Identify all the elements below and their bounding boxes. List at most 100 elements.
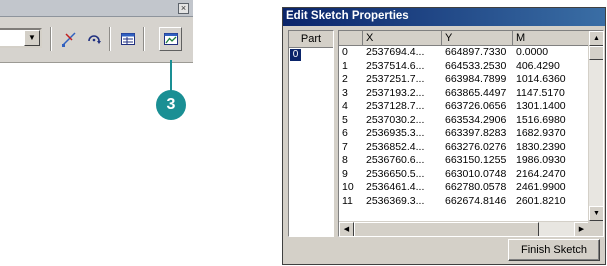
- vertex-index-cell: 5: [342, 113, 348, 126]
- scroll-right-icon[interactable]: ▶: [574, 222, 589, 236]
- y-cell: 663534.2906: [445, 113, 507, 126]
- toolbar-separator: [109, 27, 111, 51]
- m-cell: 406.4290: [516, 59, 560, 72]
- vertex-index-cell: 4: [342, 100, 348, 112]
- x-cell: 2537193.2...: [366, 86, 425, 99]
- toolbar-close-button[interactable]: ×: [178, 3, 189, 14]
- y-cell: 662674.8146: [445, 194, 507, 207]
- vertex-index-cell: 1: [342, 59, 348, 72]
- x-cell: 2537251.7...: [366, 73, 425, 85]
- table-row[interactable]: 5 2537030.2... 663534.2906 1516.6980: [339, 114, 589, 128]
- toolbar-titlebar: ×: [0, 0, 193, 17]
- y-cell: 663276.0276: [445, 140, 507, 153]
- editor-toolbar: × ▼: [0, 0, 193, 64]
- attributes-button[interactable]: [116, 27, 139, 51]
- table-row[interactable]: 9 2536650.5... 663010.0748 2164.2470: [339, 168, 589, 182]
- y-cell: 663726.0656: [445, 100, 507, 112]
- column-header-m[interactable]: M: [513, 31, 589, 46]
- m-cell: 1682.9370: [516, 127, 566, 139]
- column-header-index[interactable]: [339, 31, 363, 46]
- vertex-index-cell: 10: [342, 181, 354, 193]
- x-cell: 2536369.3...: [366, 194, 425, 207]
- sketch-properties-button[interactable]: [159, 27, 182, 51]
- vertex-index-cell: 7: [342, 140, 348, 153]
- y-cell: 663397.8283: [445, 127, 507, 139]
- finish-sketch-button[interactable]: Finish Sketch: [508, 239, 600, 261]
- sketch-tool-button[interactable]: [57, 27, 80, 51]
- table-row[interactable]: 10 2536461.4... 662780.0578 2461.9900: [339, 181, 589, 195]
- x-cell: 2537030.2...: [366, 113, 425, 126]
- scrollbar-corner: [588, 221, 603, 236]
- y-cell: 664533.2530: [445, 59, 507, 72]
- vertical-scroll-thumb[interactable]: [589, 46, 603, 60]
- vertex-index-cell: 9: [342, 167, 348, 180]
- part-list-item[interactable]: 0: [290, 49, 301, 61]
- rotate-tool-button[interactable]: [82, 27, 105, 51]
- edit-sketch-properties-window: Edit Sketch Properties Part 0 X Y M 0 253…: [282, 7, 606, 265]
- table-row[interactable]: 6 2536935.3... 663397.8283 1682.9370: [339, 127, 589, 141]
- y-cell: 664897.7330: [445, 46, 507, 58]
- m-cell: 1014.6360: [516, 73, 566, 85]
- x-cell: 2536650.5...: [366, 167, 425, 180]
- table-row[interactable]: 1 2537514.6... 664533.2530 406.4290: [339, 60, 589, 74]
- x-cell: 2536760.6...: [366, 154, 425, 166]
- sketch-properties-icon: [163, 33, 178, 45]
- m-cell: 1301.1400: [516, 100, 566, 112]
- column-header-x[interactable]: X: [363, 31, 442, 46]
- scroll-up-icon[interactable]: ▲: [589, 31, 603, 46]
- window-titlebar[interactable]: Edit Sketch Properties: [283, 8, 605, 26]
- y-cell: 663984.7899: [445, 73, 507, 85]
- table-row[interactable]: 7 2536852.4... 663276.0276 1830.2390: [339, 141, 589, 155]
- table-row[interactable]: 3 2537193.2... 663865.4497 1147.5170: [339, 87, 589, 101]
- m-cell: 2461.9900: [516, 181, 566, 193]
- chevron-down-icon[interactable]: ▼: [24, 30, 40, 46]
- vertex-index-cell: 11: [342, 194, 353, 207]
- sketch-tool-icon: [61, 32, 76, 47]
- m-cell: 1516.6980: [516, 113, 566, 126]
- x-cell: 2537694.4...: [366, 46, 425, 58]
- attributes-icon: [120, 33, 135, 45]
- x-cell: 2536852.4...: [366, 140, 425, 153]
- vertex-index-cell: 0: [342, 46, 348, 58]
- m-cell: 1147.5170: [516, 86, 565, 99]
- scroll-down-icon[interactable]: ▼: [589, 206, 603, 221]
- rotate-tool-icon: [87, 35, 101, 44]
- vertex-index-cell: 6: [342, 127, 348, 139]
- table-row[interactable]: 0 2537694.4... 664897.7330 0.0000: [339, 46, 589, 60]
- m-cell: 2601.8210: [516, 194, 566, 207]
- table-row[interactable]: 2 2537251.7... 663984.7899 1014.6360: [339, 73, 589, 87]
- horizontal-scrollbar[interactable]: ◀ ▶: [339, 221, 589, 236]
- x-cell: 2536935.3...: [366, 127, 425, 139]
- y-cell: 663010.0748: [445, 167, 507, 180]
- x-cell: 2537514.6...: [366, 59, 425, 72]
- m-cell: 2164.2470: [516, 167, 566, 180]
- table-row[interactable]: 4 2537128.7... 663726.0656 1301.1400: [339, 100, 589, 114]
- table-row[interactable]: 11 2536369.3... 662674.8146 2601.8210: [339, 195, 589, 209]
- vertex-index-cell: 2: [342, 73, 348, 85]
- callout-leader-line: [170, 60, 172, 94]
- step-callout-badge: 3: [156, 90, 186, 120]
- toolbar-separator: [50, 27, 52, 51]
- m-cell: 1830.2390: [516, 140, 566, 153]
- grid-body: 0 2537694.4... 664897.7330 0.0000 1 2537514.6…: [339, 46, 589, 208]
- y-cell: 663865.4497: [445, 86, 507, 99]
- scroll-left-icon[interactable]: ◀: [339, 222, 354, 236]
- window-title: Edit Sketch Properties: [286, 10, 409, 22]
- m-cell: 1986.0930: [516, 154, 566, 166]
- toolbar-separator: [143, 27, 145, 51]
- toolbar-body: ▼: [0, 17, 193, 63]
- part-list: Part 0: [288, 30, 334, 237]
- vertical-scrollbar[interactable]: ▲ ▼: [588, 31, 603, 221]
- grid-header: X Y M: [339, 31, 589, 46]
- vertex-index-cell: 3: [342, 86, 348, 99]
- table-row[interactable]: 8 2536760.6... 663150.1255 1986.0930: [339, 154, 589, 168]
- vertex-index-cell: 8: [342, 154, 348, 166]
- part-column-header: Part: [289, 31, 333, 48]
- y-cell: 662780.0578: [445, 181, 507, 193]
- x-cell: 2537128.7...: [366, 100, 425, 112]
- vertex-grid: X Y M 0 2537694.4... 664897.7330 0.0000 1 253…: [338, 30, 604, 237]
- target-layer-combo[interactable]: ▼: [0, 28, 42, 48]
- horizontal-scroll-thumb[interactable]: [354, 222, 539, 236]
- x-cell: 2536461.4...: [366, 181, 425, 193]
- column-header-y[interactable]: Y: [442, 31, 513, 46]
